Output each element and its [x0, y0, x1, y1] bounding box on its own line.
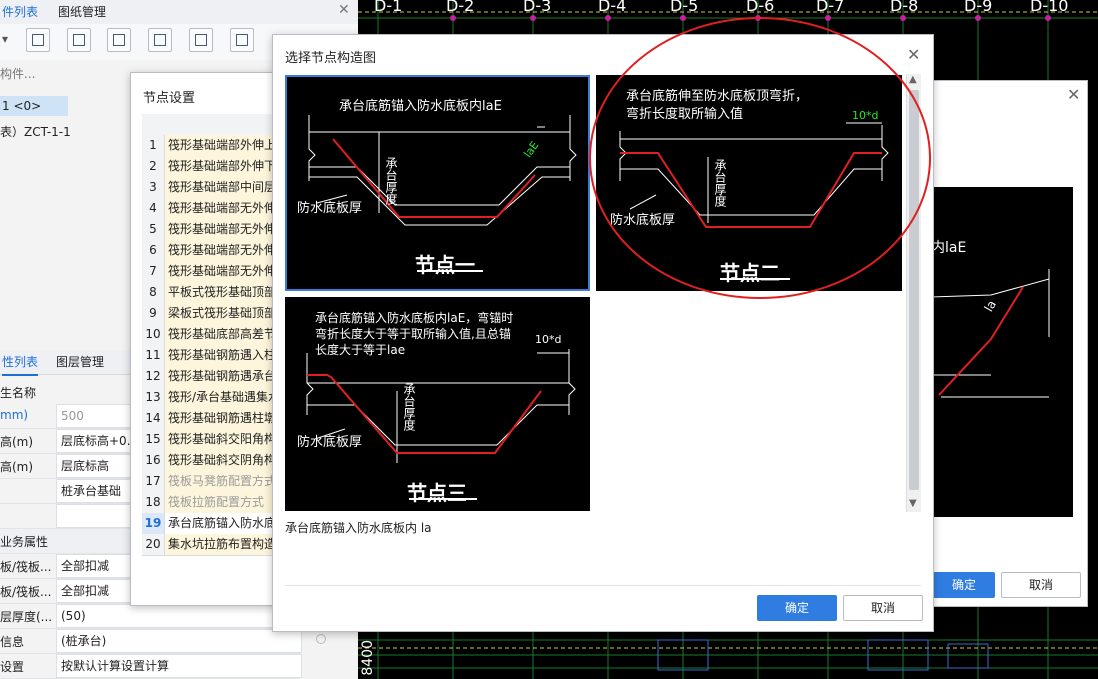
axis-label: D-4: [598, 0, 627, 15]
node-2-dimension: 10*d: [852, 109, 879, 122]
left-top-tabbar: 件列表 图纸管理 ✕: [0, 0, 358, 26]
node-1-caption: 节点一: [415, 253, 475, 277]
tab-component-list[interactable]: 件列表: [2, 0, 39, 26]
copy-icon[interactable]: [26, 28, 50, 52]
node-2-board-label: 防水底板厚: [610, 213, 676, 228]
axis-label: D-5: [670, 0, 699, 15]
property-row[interactable]: 层厚度(... (50): [0, 604, 302, 629]
close-icon[interactable]: ✕: [338, 2, 350, 18]
back-dialog-label: 内laE: [931, 240, 967, 256]
table-row[interactable]: 3 筏形基础端部中间层: [142, 177, 285, 199]
duplicate-icon[interactable]: [107, 28, 131, 52]
table-row-selected[interactable]: 19 承台底筋锚入防水底: [142, 513, 285, 535]
table-row[interactable]: 11 筏形基础钢筋遇入柱: [142, 345, 285, 367]
node-2-thickness-label: 承台厚度: [713, 159, 727, 207]
scroll-thumb[interactable]: [909, 90, 919, 490]
table-row[interactable]: 7 筏形基础端部无外伸: [142, 261, 285, 283]
table-row[interactable]: 4 筏形基础端部无外伸: [142, 198, 285, 220]
node-3-title-line3: 长度大于等于lae: [315, 343, 406, 357]
node-3-thickness-label: 承台厚度: [402, 383, 416, 431]
property-header: 生名称: [0, 386, 37, 400]
node-3-title-line1: 承台底筋锚入防水底板内laE，弯锚时: [315, 311, 514, 325]
node-option-2[interactable]: 承台底筋伸至防水底板顶弯折， 弯折长度取所输入值 10*d 承台厚度 防水底板厚…: [596, 75, 902, 291]
axis-label: D-9: [964, 0, 993, 15]
component-search-input[interactable]: 构件...: [0, 64, 130, 84]
node-1-board-label: 防水底板厚: [297, 201, 363, 216]
back-dialog-preview: 内laE la: [930, 187, 1073, 517]
axis-label: D-10: [1030, 0, 1069, 15]
axis-label: D-6: [746, 0, 775, 15]
edit-icon[interactable]: [189, 28, 213, 52]
table-row[interactable]: 13 筏形/承台基础遇集水: [142, 387, 285, 409]
dialog-divider: [285, 585, 921, 586]
floor-copy-icon[interactable]: [148, 28, 172, 52]
table-row[interactable]: 14 筏形基础钢筋遇柱墩: [142, 408, 285, 430]
close-icon[interactable]: ✕: [1067, 85, 1080, 104]
node-3-board-label: 防水底板厚: [297, 435, 363, 450]
table-row[interactable]: 17 筏板马凳筋配置方式: [142, 471, 285, 493]
node-2-title-line1: 承台底筋伸至防水底板顶弯折，: [626, 89, 809, 104]
property-row[interactable]: 设置 按默认计算设置计算: [0, 654, 302, 679]
node-settings-header-row: [142, 114, 282, 136]
axis-label: D-8: [890, 0, 919, 15]
tab-drawing-management[interactable]: 图纸管理: [58, 0, 106, 24]
table-row[interactable]: 1 筏形基础端部外伸上: [142, 135, 285, 157]
node-3-caption: 节点三: [407, 481, 467, 505]
scroll-up-icon[interactable]: ▲: [909, 74, 917, 85]
table-row[interactable]: 10 筏形基础底部高差节: [142, 324, 285, 346]
back-cancel-button[interactable]: 取消: [1001, 572, 1081, 598]
chevron-down-icon[interactable]: ▾: [2, 32, 8, 46]
node-3-title-line2: 弯折长度大于等于取所输入值,且总锚: [315, 327, 511, 341]
cancel-button[interactable]: 取消: [843, 595, 923, 621]
table-row[interactable]: 12 筏形基础钢筋遇承台: [142, 366, 285, 388]
tree-item[interactable]: 表）ZCT-1-1: [0, 122, 71, 142]
scrollbar[interactable]: ▲ ▼: [906, 74, 921, 512]
dialog-title: 选择节点构造图: [285, 51, 377, 66]
axis-label: D-3: [523, 0, 552, 15]
tab-layer-management[interactable]: 图层管理: [56, 350, 104, 374]
node-2-title-line2: 弯折长度取所输入值: [626, 107, 744, 122]
node-2-caption: 节点二: [720, 261, 780, 285]
radio-icon[interactable]: [316, 634, 326, 644]
node-description: 承台底筋锚入防水底板内 la: [285, 521, 432, 535]
close-icon[interactable]: ✕: [907, 45, 920, 64]
list-icon[interactable]: [230, 28, 254, 52]
table-row[interactable]: 5 筏形基础端部无外伸: [142, 219, 285, 241]
table-row[interactable]: 16 筏形基础斜交阴角构: [142, 450, 285, 472]
axis-label: D-1: [374, 0, 403, 15]
node-option-3[interactable]: 承台底筋锚入防水底板内laE，弯锚时 弯折长度大于等于取所输入值,且总锚 长度大…: [285, 297, 590, 511]
node-settings-title: 节点设置: [143, 91, 196, 106]
scroll-down-icon[interactable]: ▼: [909, 498, 917, 509]
table-row[interactable]: 20 集水坑拉筋布置构造: [142, 534, 285, 556]
table-row[interactable]: 6 筏形基础端部无外伸: [142, 240, 285, 262]
table-row[interactable]: 8 平板式筏形基础顶部: [142, 282, 285, 304]
node-3-dimension: 10*d: [535, 333, 562, 346]
node-option-1[interactable]: 承台底筋锚入防水底板内laE laE 承台厚度 防水底板厚 节点一: [285, 75, 590, 291]
ok-button[interactable]: 确定: [757, 595, 837, 621]
table-row[interactable]: 9 梁板式筏形基础顶部: [142, 303, 285, 325]
back-ok-button[interactable]: 确定: [933, 572, 995, 598]
table-row[interactable]: 18 筏板拉筋配置方式: [142, 492, 285, 514]
axis-label: D-2: [446, 0, 475, 15]
dimension-label: 8400: [360, 640, 376, 676]
delete-icon[interactable]: [67, 28, 91, 52]
table-row[interactable]: 2 筏形基础端部外伸下: [142, 156, 285, 178]
table-row[interactable]: 15 筏形基础斜交阳角构: [142, 429, 285, 451]
tree-item-selected[interactable]: 1 <0>: [0, 96, 68, 116]
tab-property-list[interactable]: 性列表: [2, 350, 39, 376]
node-1-title: 承台底筋锚入防水底板内laE: [339, 99, 502, 114]
axis-label: D-7: [816, 0, 845, 15]
property-row[interactable]: 信息 (桩承台): [0, 629, 302, 654]
node-1-thickness-label: 承台厚度: [384, 157, 398, 205]
